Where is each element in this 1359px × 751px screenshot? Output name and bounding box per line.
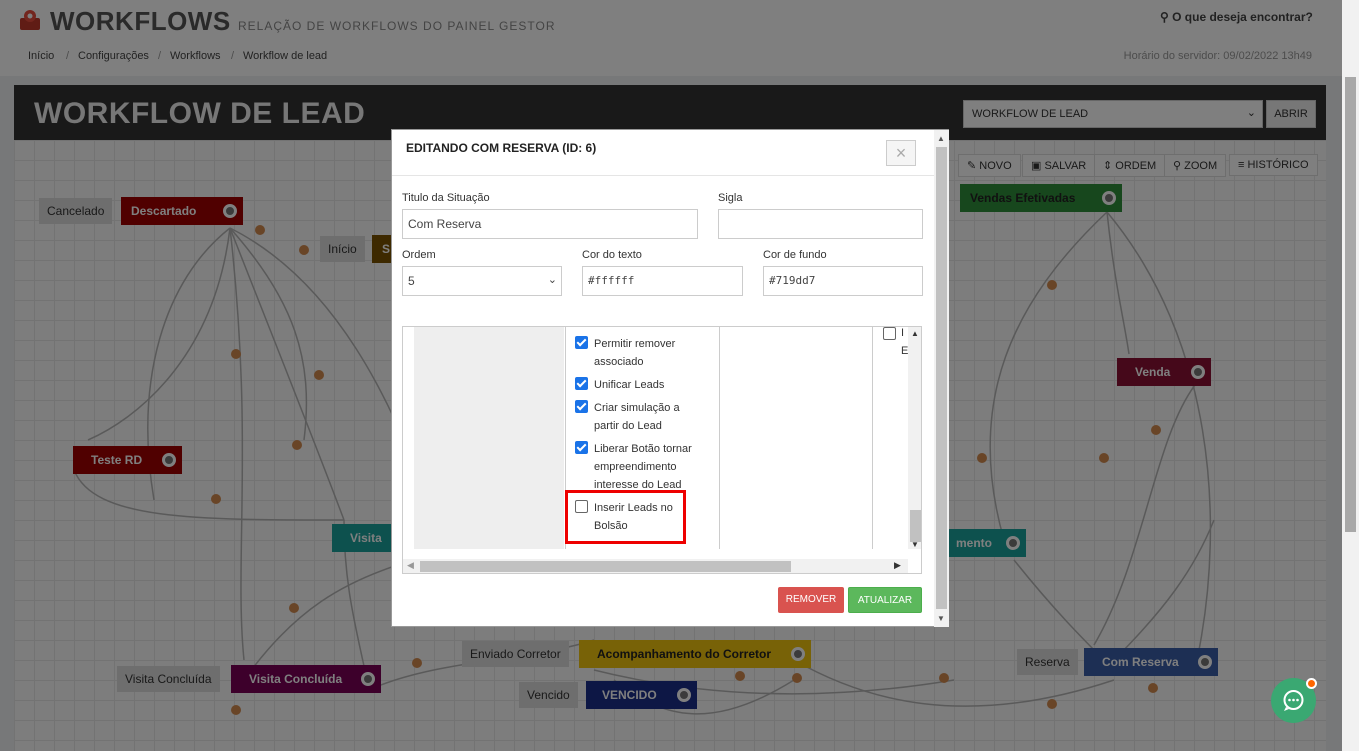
sigla-input[interactable]: [718, 209, 923, 239]
perm-unificar-leads[interactable]: Unificar Leads: [575, 376, 706, 394]
sigla-label: Sigla: [718, 192, 743, 204]
cor-texto-input[interactable]: #ffffff: [582, 266, 743, 296]
scroll-down-icon[interactable]: ▼: [937, 614, 945, 623]
chevron-down-icon: ⌄: [547, 274, 557, 286]
modal-scrollbar[interactable]: ▲ ▼: [934, 130, 949, 627]
checkbox[interactable]: [575, 441, 588, 454]
perm-liberar-botao[interactable]: Liberar Botão tornar empreendimento inte…: [575, 440, 706, 494]
page-scrollbar[interactable]: [1342, 0, 1359, 751]
titulo-label: Titulo da Situação: [402, 192, 490, 204]
highlight-box: [565, 490, 686, 544]
page-scrollbar-thumb[interactable]: [1345, 77, 1356, 532]
cor-fundo-label: Cor de fundo: [763, 249, 827, 261]
perm-criar-simulacao[interactable]: Criar simulação a partir do Lead: [575, 399, 706, 435]
ordem-select[interactable]: 5 ⌄: [402, 266, 562, 296]
close-button[interactable]: ×: [886, 140, 916, 166]
modal-title: EDITANDO COM RESERVA (ID: 6): [406, 141, 597, 155]
checkbox[interactable]: [575, 400, 588, 413]
checkbox[interactable]: [575, 336, 588, 349]
permissions-column-1: [414, 327, 564, 549]
scroll-up-icon[interactable]: ▲: [911, 329, 919, 338]
chat-notification-badge: [1306, 678, 1317, 689]
perm-remover-associado[interactable]: Permitir remover associado: [575, 335, 706, 371]
scroll-right-icon[interactable]: ▶: [894, 560, 901, 571]
checkbox[interactable]: [575, 377, 588, 390]
scroll-left-icon[interactable]: ◀: [407, 560, 414, 571]
remove-button[interactable]: REMOVER: [778, 587, 844, 613]
modal-header: EDITANDO COM RESERVA (ID: 6) ×: [392, 130, 934, 176]
permissions-vertical-scrollbar[interactable]: ▲ ▼: [908, 327, 921, 549]
update-button[interactable]: ATUALIZAR: [848, 587, 922, 613]
cor-texto-label: Cor do texto: [582, 249, 642, 261]
ordem-label: Ordem: [402, 249, 436, 261]
scroll-down-icon[interactable]: ▼: [911, 540, 919, 549]
scroll-up-icon[interactable]: ▲: [937, 134, 945, 143]
titulo-input[interactable]: Com Reserva: [402, 209, 698, 239]
cor-fundo-input[interactable]: #719dd7: [763, 266, 923, 296]
edit-situation-modal: EDITANDO COM RESERVA (ID: 6) × Titulo da…: [391, 129, 949, 627]
chat-button[interactable]: [1271, 678, 1317, 723]
permissions-horizontal-scrollbar[interactable]: ◀ ▶: [403, 559, 908, 573]
checkbox[interactable]: [883, 327, 896, 340]
